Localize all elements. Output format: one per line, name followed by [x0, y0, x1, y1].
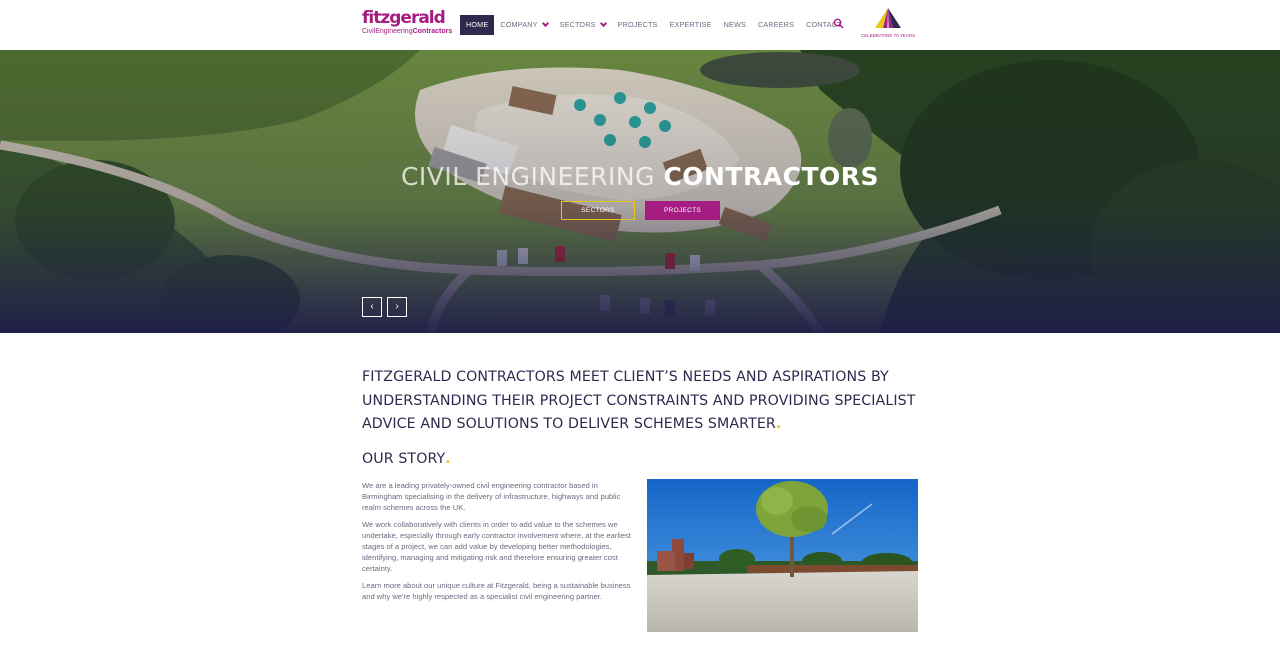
slider-prev-button[interactable]: ‹ [362, 297, 382, 317]
chevron-down-icon [541, 19, 549, 27]
projects-button[interactable]: PROJECTS [645, 201, 720, 220]
logo-tagline: CivilEngineeringContractors [362, 27, 453, 36]
hero-slider: CIVIL ENGINEERING CONTRACTORS SECTORS PR… [0, 50, 1280, 333]
chevron-down-icon [599, 19, 607, 27]
nav-company[interactable]: COMPANY [494, 15, 553, 35]
story-paragraph: We are a leading privately-owned civil e… [362, 481, 621, 512]
site-header: fitzgerald CivilEngineeringContractors H… [0, 0, 1280, 50]
main-nav: HOME COMPANY SECTORS PROJECTS EXPERTISE … [460, 15, 848, 35]
fitzgerald-logo[interactable]: fitzgerald CivilEngineeringContractors [362, 8, 453, 38]
logo-tagline-bold: Contractors [412, 28, 453, 35]
nav-company-label: COMPANY [500, 20, 538, 29]
search-icon[interactable] [833, 18, 844, 29]
nav-sectors[interactable]: SECTORS [554, 15, 612, 35]
hero-title-light: CIVIL ENGINEERING [400, 162, 655, 191]
hero-title: CIVIL ENGINEERING CONTRACTORS [0, 162, 1280, 191]
nav-careers[interactable]: CAREERS [752, 15, 800, 35]
nav-projects[interactable]: PROJECTS [612, 15, 664, 35]
triangle-logo-icon [875, 8, 901, 28]
sectors-button[interactable]: SECTORS [561, 201, 635, 220]
nav-news-label: NEWS [723, 20, 746, 29]
logo-tagline-light: CivilEngineering [362, 28, 413, 35]
slider-next-button[interactable]: › [387, 297, 407, 317]
story-photo [647, 479, 918, 632]
logo-wordmark: fitzgerald [362, 8, 446, 28]
story-paragraph: Learn more about our unique culture at F… [362, 581, 631, 601]
intro-dot: . [775, 416, 782, 432]
nav-home[interactable]: HOME [460, 15, 495, 35]
nav-projects-label: PROJECTS [617, 20, 658, 29]
nav-careers-label: CAREERS [757, 20, 795, 29]
nav-home-label: HOME [466, 20, 489, 29]
nav-expertise-label: EXPERTISE [669, 20, 712, 29]
hero-aerial-photo [0, 50, 1280, 333]
our-story-dot: . [445, 451, 451, 467]
story-paragraph: We work collaboratively with clients in … [362, 520, 631, 573]
our-story-body: We are a leading privately-owned civil e… [362, 480, 636, 608]
anniversary-text: CELEBRATING 70 YEARS [861, 33, 916, 38]
intro-text: FITZGERALD CONTRACTORS MEET CLIENT’S NEE… [362, 369, 916, 432]
our-story-heading: OUR STORY. [362, 451, 451, 467]
chevron-left-icon: ‹ [370, 301, 374, 312]
nav-expertise[interactable]: EXPERTISE [664, 15, 718, 35]
chevron-right-icon: › [395, 301, 399, 312]
nav-news[interactable]: NEWS [718, 15, 752, 35]
nav-sectors-label: SECTORS [559, 20, 596, 29]
intro-statement: FITZGERALD CONTRACTORS MEET CLIENT’S NEE… [362, 366, 922, 437]
public-realm-photo [647, 479, 918, 632]
our-story-title: OUR STORY [362, 451, 446, 467]
hero-title-bold: CONTRACTORS [663, 162, 880, 191]
anniversary-badge: CELEBRATING 70 YEARS [861, 8, 915, 42]
